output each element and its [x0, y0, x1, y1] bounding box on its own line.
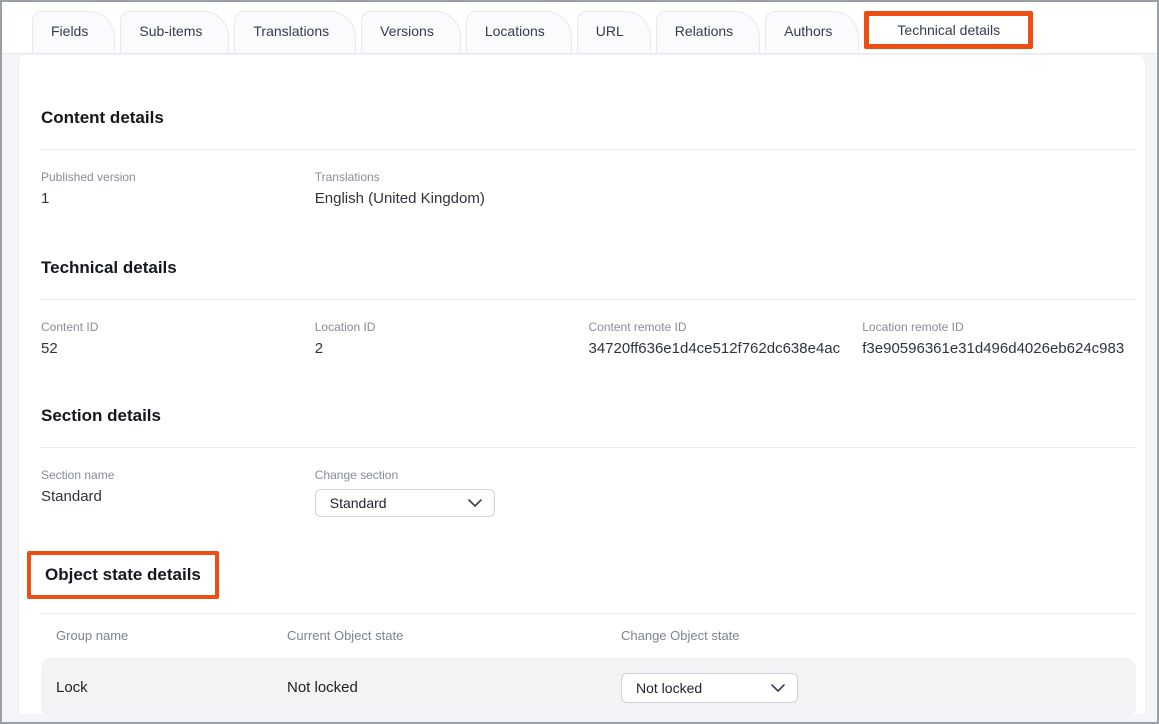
field-label: Content remote ID [589, 320, 863, 335]
field-location-remote-id: Location remote ID f3e90596361e31d496d40… [862, 320, 1136, 359]
tab-translations[interactable]: Translations [234, 11, 356, 53]
field-label: Published version [41, 170, 315, 185]
divider [41, 299, 1136, 300]
field-label: Location remote ID [862, 320, 1136, 335]
field-label: Change section [315, 468, 589, 483]
column-header-current-object-state: Current Object state [287, 628, 621, 643]
tab-label: Relations [675, 23, 733, 39]
field-value: f3e90596361e31d496d4026eb624c983 [862, 339, 1136, 359]
group-name-cell: Lock [56, 679, 287, 696]
table-header-row: Group name Current Object state Change O… [41, 614, 1136, 657]
change-section-select[interactable]: Standard [315, 489, 495, 517]
tab-technical-details[interactable]: Technical details [864, 11, 1033, 49]
tab-versions[interactable]: Versions [361, 11, 461, 53]
field-published-version: Published version 1 [41, 170, 315, 209]
field-value: English (United Kingdom) [315, 189, 589, 209]
object-state-section: Object state details [41, 551, 1136, 599]
table-row: Lock Not locked Not locked [41, 658, 1136, 714]
field-label: Location ID [315, 320, 589, 335]
tab-label: URL [596, 23, 624, 39]
divider [41, 149, 1136, 150]
field-section-name: Section name Standard [41, 468, 315, 517]
field-value: 1 [41, 189, 315, 209]
content-details-heading: Content details [41, 107, 1136, 129]
field-translations: Translations English (United Kingdom) [315, 170, 589, 209]
tab-label: Versions [380, 23, 434, 39]
tab-label: Fields [51, 23, 88, 39]
tab-relations[interactable]: Relations [656, 11, 760, 53]
column-header-change-object-state: Change Object state [621, 628, 1136, 643]
technical-details-panel: Content details Published version 1 Tran… [18, 54, 1146, 714]
current-object-state-cell: Not locked [287, 679, 621, 696]
tab-label: Authors [784, 23, 832, 39]
field-value: Standard [41, 487, 315, 507]
field-label: Translations [315, 170, 589, 185]
page-body: Content details Published version 1 Tran… [2, 54, 1157, 724]
field-change-section: Change section Standard [315, 468, 589, 517]
content-details-fields: Published version 1 Translations English… [41, 170, 1136, 209]
tab-label: Translations [253, 23, 329, 39]
change-object-state-cell: Not locked [621, 673, 1136, 703]
divider [41, 447, 1136, 448]
section-details-fields: Section name Standard Change section Sta… [41, 468, 1136, 517]
tab-url[interactable]: URL [577, 11, 651, 53]
field-value: 52 [41, 339, 315, 359]
field-content-remote-id: Content remote ID 34720ff636e1d4ce512f76… [589, 320, 863, 359]
change-object-state-select[interactable]: Not locked [621, 673, 798, 703]
tab-label: Sub-items [139, 23, 202, 39]
section-details-heading: Section details [41, 405, 1136, 427]
column-header-group-name: Group name [56, 628, 287, 643]
technical-details-heading: Technical details [41, 257, 1136, 279]
field-value: 34720ff636e1d4ce512f762dc638e4ac [589, 339, 863, 359]
object-state-table: Group name Current Object state Change O… [41, 613, 1136, 714]
field-location-id: Location ID 2 [315, 320, 589, 359]
field-value: 2 [315, 339, 589, 359]
tab-sub-items[interactable]: Sub-items [120, 11, 229, 53]
tab-fields[interactable]: Fields [32, 11, 115, 53]
object-state-details-heading: Object state details [45, 564, 201, 586]
selected-option-label: Not locked [636, 680, 702, 696]
tab-label: Locations [485, 23, 545, 39]
field-label: Section name [41, 468, 315, 483]
technical-details-fields: Content ID 52 Location ID 2 Content remo… [41, 320, 1136, 359]
selected-option-label: Standard [330, 495, 387, 511]
chevron-down-icon [771, 684, 785, 692]
tab-authors[interactable]: Authors [765, 11, 859, 53]
chevron-down-icon [468, 499, 482, 507]
tab-label: Technical details [897, 22, 1000, 38]
tab-bar: Fields Sub-items Translations Versions L… [2, 2, 1157, 54]
field-content-id: Content ID 52 [41, 320, 315, 359]
annotation-highlight: Object state details [27, 551, 219, 599]
field-label: Content ID [41, 320, 315, 335]
tab-locations[interactable]: Locations [466, 11, 572, 53]
